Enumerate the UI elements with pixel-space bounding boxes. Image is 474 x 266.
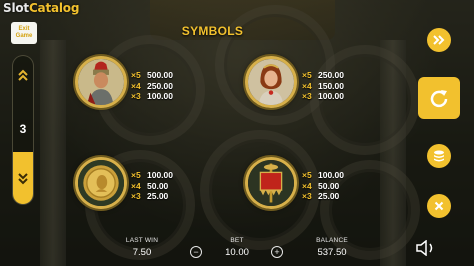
page-number: 3 xyxy=(19,122,27,136)
paytable-general: ×5 500.00 ×4 250.00 ×3 100.00 xyxy=(131,70,173,101)
chevron-up-icon xyxy=(18,69,28,81)
coins-icon xyxy=(434,150,444,162)
last-win-value: 7.50 xyxy=(132,247,152,258)
page-down-button[interactable] xyxy=(13,152,33,204)
symbol-roman-general xyxy=(75,56,127,108)
slotcatalog-logo: SlotCatalog xyxy=(3,1,80,15)
close-icon xyxy=(434,201,444,211)
symbol-legion-banner xyxy=(245,157,297,209)
chevron-down-icon xyxy=(18,173,28,185)
paytable-lady: ×5 250.00 ×4 150.00 ×3 100.00 xyxy=(302,70,344,101)
balance-label: BALANCE xyxy=(316,237,348,244)
balance-value: 537.50 xyxy=(317,247,347,258)
page-title: SYMBOLS xyxy=(181,24,244,38)
exit-game-button[interactable]: Exit Game xyxy=(11,22,37,44)
sound-button[interactable] xyxy=(414,239,440,257)
paytable-pager: 3 xyxy=(12,55,34,205)
sound-icon xyxy=(416,239,433,257)
spin-icon xyxy=(430,90,448,108)
symbol-roman-lady xyxy=(245,56,297,108)
bet-increase-button[interactable]: + xyxy=(271,246,283,258)
fast-forward-icon xyxy=(433,35,445,45)
game-label: Game xyxy=(15,33,33,39)
turbo-button[interactable] xyxy=(427,28,451,52)
bet-label: BET xyxy=(230,237,244,244)
symbol-gold-coin xyxy=(75,157,127,209)
minus-icon: − xyxy=(193,246,199,257)
plus-icon: + xyxy=(274,246,280,257)
close-paytable-button[interactable] xyxy=(427,194,451,218)
paytable-banner: ×5 100.00 ×4 50.00 ×3 25.00 xyxy=(302,170,344,201)
exit-label: Exit xyxy=(18,26,30,32)
bet-coins-button[interactable] xyxy=(427,144,451,168)
paytable-coin: ×5 100.00 ×4 50.00 ×3 25.00 xyxy=(131,170,173,201)
bet-decrease-button[interactable]: − xyxy=(190,246,202,258)
last-win-label: LAST WIN xyxy=(125,237,159,244)
bet-value: 10.00 xyxy=(225,247,249,258)
spin-button[interactable] xyxy=(418,77,460,119)
page-up-button[interactable] xyxy=(13,56,33,96)
game-background xyxy=(0,0,474,266)
